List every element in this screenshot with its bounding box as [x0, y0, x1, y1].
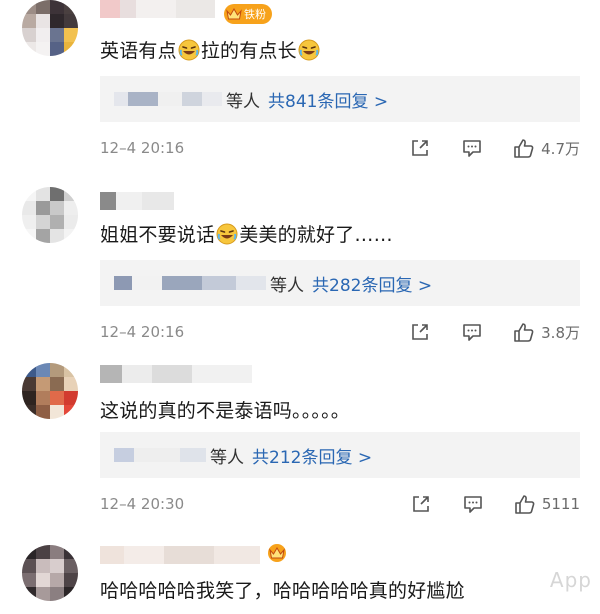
- comment-text-part: 姐姐不要说话: [100, 224, 216, 246]
- thumbs-up-icon[interactable]: [514, 493, 536, 515]
- reply-preview-box[interactable]: 等人 共212条回复 >: [100, 432, 580, 478]
- comment-time: 12–4 20:16: [100, 139, 185, 157]
- comment-text: 姐姐不要说话 美美的就好了……: [100, 220, 393, 247]
- watermark: App: [549, 568, 592, 592]
- comment-item: 铁粉 英语有点 拉的有点长 等人 共841条回复 > 12–4 20:16 4.…: [0, 0, 600, 176]
- comment-item: 这说的真的不是泰语吗。。。。。 等人 共212条回复 > 12–4 20:30 …: [0, 360, 600, 530]
- like-count: 3.8万: [541, 323, 580, 342]
- reply-preview-box[interactable]: 等人 共841条回复 >: [100, 76, 580, 122]
- badge-label: 铁粉: [244, 8, 266, 21]
- avatar[interactable]: [22, 0, 78, 56]
- comment-text-part: 英语有点: [100, 40, 177, 62]
- comment-actions: 5111: [410, 493, 580, 515]
- avatar[interactable]: [22, 187, 78, 243]
- comment-item: 姐姐不要说话 美美的就好了…… 等人 共282条回复 > 12–4 20:16 …: [0, 184, 600, 360]
- username-redacted[interactable]: [100, 365, 252, 383]
- avatar[interactable]: [22, 363, 78, 419]
- fan-badge[interactable]: 铁粉: [224, 4, 272, 24]
- replier-names-redacted: [114, 276, 266, 290]
- share-icon[interactable]: [410, 493, 432, 515]
- replier-names-redacted: [114, 92, 222, 106]
- replier-names-redacted: [114, 448, 206, 462]
- view-replies-link[interactable]: 共212条回复 >: [252, 443, 372, 468]
- crown-icon: [268, 544, 286, 562]
- comment-actions: 3.8万: [409, 321, 580, 343]
- view-replies-link[interactable]: 共841条回复 >: [268, 87, 388, 112]
- comment-text: 哈哈哈哈哈我笑了，哈哈哈哈哈真的好尴尬: [100, 576, 465, 603]
- laughing-crying-emoji: [298, 39, 320, 60]
- thumbs-up-icon[interactable]: [513, 137, 535, 159]
- comment-time: 12–4 20:16: [100, 323, 185, 341]
- reply-others-label: 等人: [226, 91, 260, 112]
- comment-actions: 4.7万: [409, 137, 580, 159]
- comment-icon[interactable]: [462, 493, 484, 515]
- comment-item: 哈哈哈哈哈我笑了，哈哈哈哈哈真的好尴尬: [0, 540, 600, 614]
- like-count: 4.7万: [541, 139, 580, 158]
- comment-text-part: 美美的就好了……: [239, 224, 393, 246]
- laughing-crying-emoji: [216, 223, 238, 244]
- reply-others-label: 等人: [210, 447, 244, 468]
- comment-text-part: 这说的真的不是泰语吗。。。。。: [100, 400, 351, 422]
- view-replies-link[interactable]: 共282条回复 >: [312, 271, 432, 296]
- laughing-crying-emoji: [178, 39, 200, 60]
- reply-preview-box[interactable]: 等人 共282条回复 >: [100, 260, 580, 306]
- share-icon[interactable]: [409, 137, 431, 159]
- comment-meta: 12–4 20:16 4.7万: [100, 136, 580, 160]
- comment-meta: 12–4 20:16 3.8万: [100, 320, 580, 344]
- avatar[interactable]: [22, 545, 78, 601]
- comment-time: 12–4 20:30: [100, 495, 185, 513]
- comment-text-part: 拉的有点长: [200, 40, 297, 62]
- username-redacted[interactable]: [100, 0, 215, 18]
- username-redacted[interactable]: [100, 192, 174, 210]
- comment-icon[interactable]: [461, 137, 483, 159]
- share-icon[interactable]: [409, 321, 431, 343]
- comment-text: 英语有点 拉的有点长: [100, 36, 321, 63]
- crown-icon: [226, 8, 242, 20]
- comment-meta: 12–4 20:30 5111: [100, 492, 580, 516]
- thumbs-up-icon[interactable]: [513, 321, 535, 343]
- comment-text-part: 哈哈哈哈哈我笑了，哈哈哈哈哈真的好尴尬: [100, 580, 465, 602]
- reply-others-label: 等人: [270, 275, 304, 296]
- comment-text: 这说的真的不是泰语吗。。。。。: [100, 396, 350, 423]
- like-count: 5111: [541, 495, 580, 513]
- username-redacted[interactable]: [100, 546, 260, 564]
- comment-icon[interactable]: [461, 321, 483, 343]
